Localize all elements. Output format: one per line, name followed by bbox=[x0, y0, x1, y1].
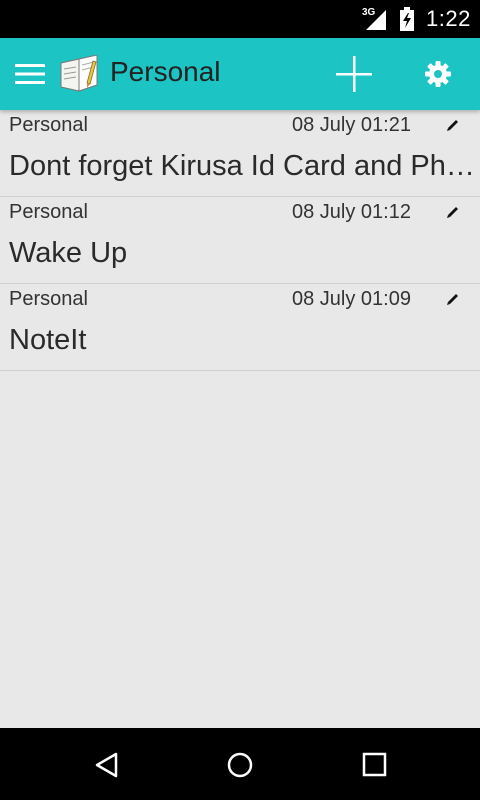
page-title: Personal bbox=[110, 56, 221, 87]
note-title: Wake Up bbox=[9, 237, 128, 269]
notes-app-logo[interactable] bbox=[59, 55, 99, 93]
note-category: Personal bbox=[9, 288, 88, 310]
note-item[interactable]: Personal 08 July 01:12 Wake Up bbox=[0, 197, 480, 284]
note-item[interactable]: Personal 08 July 01:09 NoteIt bbox=[0, 284, 480, 371]
note-title: NoteIt bbox=[9, 324, 87, 356]
pencil-icon[interactable] bbox=[446, 118, 460, 132]
app-bar: Personal bbox=[0, 38, 480, 110]
note-date: 08 July 01:12 bbox=[292, 201, 411, 223]
note-category: Personal bbox=[9, 201, 88, 223]
note-title: Dont forget Kirusa Id Card and Ph… bbox=[9, 150, 475, 182]
status-bar: 3G 1:22 bbox=[0, 0, 480, 38]
note-date: 08 July 01:21 bbox=[292, 114, 411, 136]
home-circle-icon[interactable] bbox=[225, 750, 255, 780]
pencil-icon[interactable] bbox=[446, 205, 460, 219]
battery-charging-icon bbox=[400, 7, 414, 31]
note-category: Personal bbox=[9, 114, 88, 136]
note-item[interactable]: Personal 08 July 01:21 Dont forget Kirus… bbox=[0, 110, 480, 197]
gear-icon[interactable] bbox=[424, 60, 452, 88]
pencil-icon[interactable] bbox=[446, 292, 460, 306]
clock: 1:22 bbox=[426, 6, 471, 31]
plus-icon[interactable] bbox=[334, 54, 374, 94]
hamburger-menu-icon[interactable] bbox=[15, 63, 45, 85]
note-date: 08 July 01:09 bbox=[292, 288, 411, 310]
recents-square-icon[interactable] bbox=[360, 750, 390, 780]
cell-signal-icon bbox=[366, 10, 386, 30]
note-list: Personal 08 July 01:21 Dont forget Kirus… bbox=[0, 110, 480, 371]
back-triangle-icon[interactable] bbox=[92, 750, 122, 780]
navigation-bar bbox=[0, 728, 480, 800]
